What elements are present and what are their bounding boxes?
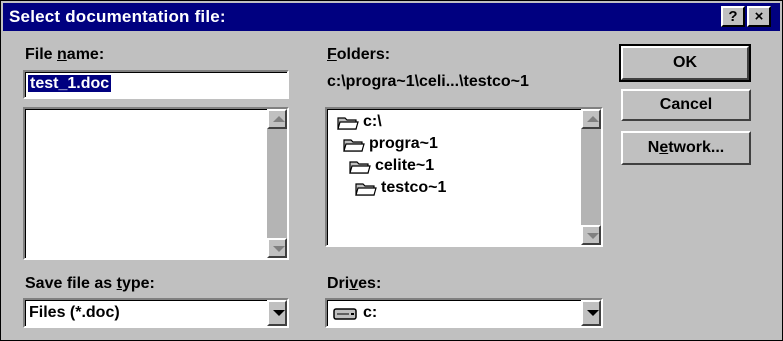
help-icon: ? xyxy=(728,8,738,25)
save-file-type-dropdown-button[interactable] xyxy=(267,300,287,326)
close-button[interactable]: × xyxy=(747,6,771,27)
folder-item-label: celite~1 xyxy=(375,157,435,174)
cancel-button[interactable]: Cancel xyxy=(621,89,751,121)
help-button[interactable]: ? xyxy=(721,6,745,27)
file-name-input[interactable]: test_1.doc xyxy=(23,70,289,99)
chevron-down-icon xyxy=(587,310,599,316)
cancel-button-label: Cancel xyxy=(659,96,713,113)
open-folder-icon xyxy=(355,183,377,196)
scroll-up-icon xyxy=(587,116,599,122)
drives-select[interactable]: c: xyxy=(325,298,603,328)
folder-item-label: c:\ xyxy=(363,113,382,130)
file-list[interactable] xyxy=(23,107,289,260)
file-name-label: File name: xyxy=(25,46,105,63)
scroll-down-icon xyxy=(587,233,599,239)
folders-label: Folders: xyxy=(327,46,391,63)
folder-list-scroll-down-button[interactable] xyxy=(581,225,601,245)
folder-list-scroll-up-button[interactable] xyxy=(581,109,601,129)
ok-button-label: OK xyxy=(673,54,697,71)
network-button-label: Network... xyxy=(647,139,725,156)
drives-label: Drives: xyxy=(327,275,382,292)
drives-dropdown-button[interactable] xyxy=(581,300,601,326)
folder-list[interactable]: c:\ progra~1 celite~1 testco~1 xyxy=(325,107,603,247)
file-list-scroll-down-button[interactable] xyxy=(267,238,287,258)
title-bar[interactable]: Select documentation file: ? × xyxy=(3,3,780,31)
folder-list-scrollbar[interactable] xyxy=(581,109,601,245)
drives-value: c: xyxy=(363,304,378,321)
open-folder-icon xyxy=(337,117,359,130)
chevron-down-icon xyxy=(273,310,285,316)
drive-icon xyxy=(333,308,357,320)
file-list-scroll-up-button[interactable] xyxy=(267,109,287,129)
save-file-type-select[interactable]: Files (*.doc) xyxy=(23,298,289,328)
open-folder-icon xyxy=(343,139,365,152)
current-folder-path: c:\progra~1\celi...\testco~1 xyxy=(327,73,529,90)
dialog-title: Select documentation file: xyxy=(9,7,226,26)
folder-item-label: progra~1 xyxy=(369,135,438,152)
save-file-type-label: Save file as type: xyxy=(25,275,155,292)
scroll-down-icon xyxy=(273,246,285,252)
select-documentation-file-dialog: Select documentation file: ? × File name… xyxy=(0,0,783,341)
save-file-type-value: Files (*.doc) xyxy=(29,304,120,321)
open-folder-icon xyxy=(349,161,371,174)
ok-button[interactable]: OK xyxy=(619,44,751,82)
scroll-up-icon xyxy=(273,116,285,122)
file-name-value: test_1.doc xyxy=(28,75,112,92)
folder-item-label: testco~1 xyxy=(381,179,447,196)
network-button[interactable]: Network... xyxy=(621,131,751,165)
file-list-scrollbar[interactable] xyxy=(267,109,287,258)
close-icon: × xyxy=(754,8,764,25)
